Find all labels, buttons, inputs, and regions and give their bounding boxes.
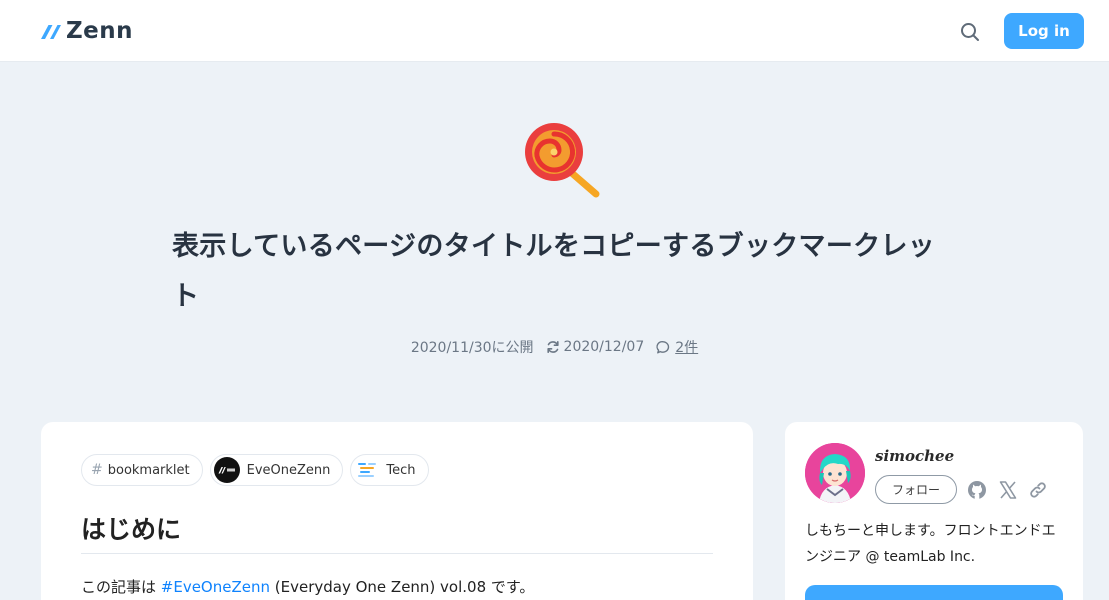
updated-date-group: 2020/12/07 xyxy=(546,339,645,355)
updated-date: 2020/12/07 xyxy=(563,339,645,355)
search-icon xyxy=(961,23,979,41)
heading-divider xyxy=(81,553,713,554)
hash-icon: # xyxy=(91,462,103,478)
avatar[interactable] xyxy=(805,443,865,503)
logo-text: Zenn xyxy=(66,18,134,44)
topic-list: # bookmarklet EveOneZenn Tech xyxy=(81,454,436,486)
section-heading: はじめに xyxy=(81,515,182,544)
intro-paragraph: この記事は #EveOneZenn (Everyday One Zenn) vo… xyxy=(81,576,534,597)
github-icon xyxy=(968,481,986,499)
github-link[interactable] xyxy=(966,479,988,501)
x-link[interactable] xyxy=(997,479,1019,501)
topic-bookmarklet[interactable]: # bookmarklet xyxy=(81,454,203,486)
author-bio: しもちーと申します。フロントエンドエンジニア @ teamLab Inc. xyxy=(805,523,1056,565)
tech-icon xyxy=(356,460,380,480)
comment-icon xyxy=(656,340,670,353)
article-body-card: # bookmarklet EveOneZenn Tech はじめに この記事は… xyxy=(41,422,753,600)
author-profile-card: simochee フォロー しもちーと申します。フロントエンドエンジニア @ t… xyxy=(785,422,1083,600)
published-date: 2020/11/30に公開 xyxy=(410,340,534,356)
article-meta: 2020/11/30に公開 2020/12/07 2件 xyxy=(0,337,1109,357)
search-button[interactable] xyxy=(958,20,982,44)
comments-link[interactable]: 2件 xyxy=(675,337,698,357)
topic-label: EveOneZenn xyxy=(246,462,331,478)
topic-label: bookmarklet xyxy=(107,462,190,478)
profile-action-button[interactable] xyxy=(805,585,1063,600)
refresh-icon xyxy=(546,341,559,353)
comments-group[interactable]: 2件 xyxy=(656,337,698,357)
eveonezenn-hashtag-link[interactable]: #EveOneZenn xyxy=(161,578,270,596)
article-title: 表示しているページのタイトルをコピーするブックマークレット xyxy=(172,231,936,312)
link-icon xyxy=(1030,482,1046,498)
x-icon xyxy=(999,481,1017,499)
intro-prefix: この記事は xyxy=(81,578,161,596)
login-button[interactable]: Log in xyxy=(1004,13,1084,49)
lollipop-emoji-icon xyxy=(520,120,604,200)
site-header: Zenn Log in xyxy=(0,0,1109,62)
intro-suffix: (Everyday One Zenn) vol.08 です。 xyxy=(270,578,535,596)
author-name[interactable]: simochee xyxy=(875,447,954,465)
follow-button[interactable]: フォロー xyxy=(875,475,957,504)
zenn-logo-mark-icon xyxy=(41,25,61,39)
topic-tech[interactable]: Tech xyxy=(350,454,429,486)
website-link[interactable] xyxy=(1027,479,1049,501)
topic-label: Tech xyxy=(386,462,416,478)
zenn-topic-icon xyxy=(213,457,240,483)
zenn-logo[interactable]: Zenn xyxy=(40,17,133,45)
topic-eveonezenn[interactable]: EveOneZenn xyxy=(209,454,344,486)
